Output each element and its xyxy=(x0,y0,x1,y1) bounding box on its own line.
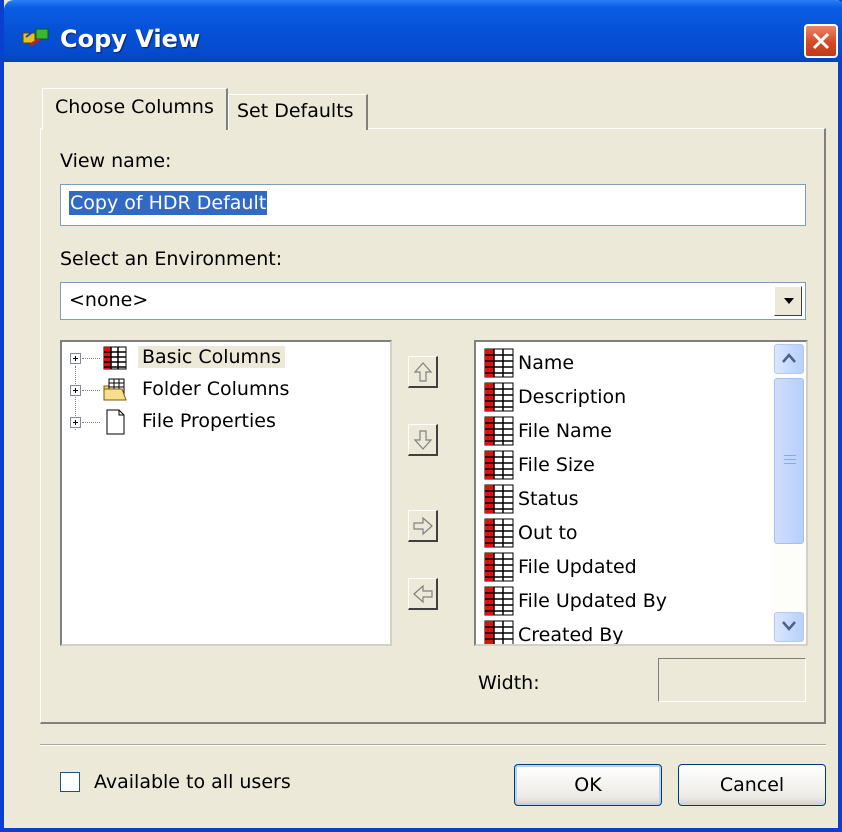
folder-grid-icon xyxy=(103,378,127,401)
chevron-down-icon xyxy=(784,298,794,304)
available-to-all-label[interactable]: Available to all users xyxy=(94,771,291,793)
tree-dots xyxy=(82,422,100,423)
tree-dots xyxy=(82,390,100,391)
grid-icon xyxy=(484,416,514,446)
tab-set-defaults[interactable]: Set Defaults xyxy=(228,94,368,130)
list-item[interactable]: File Updated xyxy=(484,550,774,584)
list-item-label: Created By xyxy=(518,624,624,646)
column-groups-tree[interactable]: Basic Columns Folder Columns File Proper… xyxy=(60,340,392,646)
separator xyxy=(40,744,826,746)
tree-item-label: Basic Columns xyxy=(138,346,286,368)
list-item[interactable]: Created By xyxy=(484,618,774,646)
expand-icon[interactable] xyxy=(70,417,81,428)
move-up-button[interactable] xyxy=(408,356,438,388)
grid-icon xyxy=(484,348,514,378)
tree-dots xyxy=(82,358,100,359)
grip-icon xyxy=(784,455,796,465)
width-input xyxy=(658,658,806,702)
grid-icon xyxy=(484,620,514,644)
arrow-up-icon xyxy=(413,362,433,382)
close-button[interactable] xyxy=(804,24,838,58)
list-item[interactable]: Status xyxy=(484,482,774,516)
cancel-button[interactable]: Cancel xyxy=(678,764,826,806)
remove-column-button[interactable] xyxy=(408,578,438,610)
list-item-label: File Name xyxy=(518,420,612,442)
move-down-button[interactable] xyxy=(408,424,438,456)
copy-view-dialog: Copy View Set Defaults Choose Columns Vi… xyxy=(0,0,842,832)
arrow-right-icon xyxy=(413,516,433,536)
grid-icon xyxy=(484,518,514,548)
environment-label: Select an Environment: xyxy=(60,248,283,270)
tree-item-label: Folder Columns xyxy=(142,378,290,400)
environment-dropdown-button[interactable] xyxy=(774,286,802,316)
scroll-down-button[interactable] xyxy=(774,612,804,642)
grid-icon xyxy=(103,346,127,370)
add-column-button[interactable] xyxy=(408,510,438,542)
view-name-value: Copy of HDR Default xyxy=(69,191,268,215)
tab-choose-columns[interactable]: Choose Columns xyxy=(42,88,228,130)
grid-icon xyxy=(484,552,514,582)
list-item[interactable]: Description xyxy=(484,380,774,414)
expand-icon[interactable] xyxy=(70,353,81,364)
list-item-label: File Updated xyxy=(518,556,637,578)
app-icon xyxy=(22,28,49,47)
page-icon xyxy=(106,409,125,435)
list-item[interactable]: Name xyxy=(484,346,774,380)
tree-item-basic-columns[interactable]: Basic Columns xyxy=(62,344,362,374)
view-name-label: View name: xyxy=(60,150,172,172)
scroll-up-button[interactable] xyxy=(774,344,804,374)
grid-icon xyxy=(484,586,514,616)
list-item[interactable]: Out to xyxy=(484,516,774,550)
grid-icon xyxy=(484,484,514,514)
arrow-down-icon xyxy=(413,430,433,450)
environment-value: <none> xyxy=(69,289,149,311)
grid-icon xyxy=(484,450,514,480)
list-item-label: Out to xyxy=(518,522,578,544)
title-bar[interactable]: Copy View xyxy=(4,0,842,62)
scroll-thumb[interactable] xyxy=(774,378,804,544)
width-label: Width: xyxy=(478,672,540,694)
environment-select[interactable]: <none> xyxy=(60,282,806,320)
view-name-input[interactable]: Copy of HDR Default xyxy=(60,184,806,226)
chevron-down-icon xyxy=(782,621,796,631)
grid-icon xyxy=(484,382,514,412)
list-item[interactable]: File Name xyxy=(484,414,774,448)
arrow-left-icon xyxy=(413,584,433,604)
expand-icon[interactable] xyxy=(70,385,81,396)
ok-button[interactable]: OK xyxy=(514,764,662,806)
list-item-label: Name xyxy=(518,352,575,374)
chevron-up-icon xyxy=(782,353,796,363)
selected-columns-list[interactable]: Name Description File Name File Size Sta… xyxy=(474,340,808,646)
list-item-label: File Updated By xyxy=(518,590,668,612)
list-item-label: Status xyxy=(518,488,579,510)
available-to-all-checkbox[interactable] xyxy=(60,772,80,792)
window-title: Copy View xyxy=(60,25,201,53)
list-item[interactable]: File Size xyxy=(484,448,774,482)
tree-item-file-properties[interactable]: File Properties xyxy=(62,408,362,438)
tree-item-label: File Properties xyxy=(142,410,276,432)
list-scrollbar[interactable] xyxy=(772,342,806,644)
list-item-label: File Size xyxy=(518,454,595,476)
list-item[interactable]: File Updated By xyxy=(484,584,774,618)
close-icon xyxy=(812,32,830,50)
tree-item-folder-columns[interactable]: Folder Columns xyxy=(62,376,362,406)
list-item-label: Description xyxy=(518,386,627,408)
